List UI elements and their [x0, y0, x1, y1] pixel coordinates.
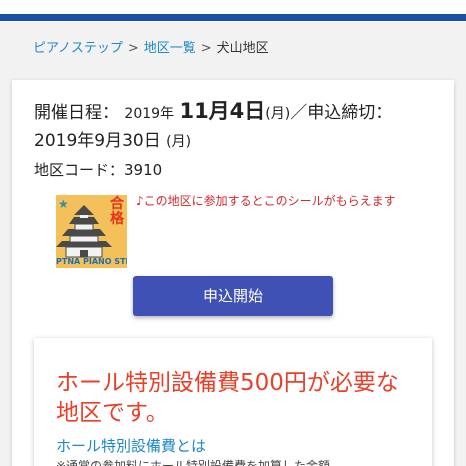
breadcrumb-separator: > — [127, 41, 139, 56]
top-header-bar — [0, 0, 466, 22]
castle-sticker-icon: ★ 合格 PTNA PIANO STEP — [56, 195, 127, 268]
area-code: 地区コード：3910 — [34, 161, 163, 179]
apply-start-button[interactable]: 申込開始 — [133, 276, 333, 316]
breadcrumb-link-piano-step[interactable]: ピアノステップ — [33, 41, 123, 56]
deadline-label: ／申込締切： — [290, 103, 393, 123]
header-stripe — [0, 14, 466, 21]
event-card: 開催日程： 2019年 11月4日(月)／申込締切： 2019年9月30日 (月… — [12, 80, 454, 466]
star-icon: ★ — [58, 197, 69, 211]
event-dates: 開催日程： 2019年 11月4日(月)／申込締切： 2019年9月30日 (月… — [34, 98, 444, 156]
hall-fee-notice: ホール特別設備費500円が必要な地区です。 ホール特別設備費とは ※通常の参加料… — [34, 338, 432, 466]
sticker-brand-text: PTNA PIANO STEP — [56, 257, 127, 266]
deadline-weekday: (月) — [166, 134, 192, 150]
sticker-note: ♪この地区に参加するとこのシールがもらえます — [136, 194, 396, 208]
event-date-year: 2019年 — [124, 106, 175, 122]
breadcrumb-current: 犬山地区 — [216, 41, 269, 56]
breadcrumb-separator: > — [200, 41, 212, 56]
hall-fee-link[interactable]: ホール特別設備費とは — [56, 435, 206, 456]
event-date-label: 開催日程： — [34, 103, 119, 123]
event-date-main: 11月4日 — [179, 99, 266, 123]
sticker-kaku-text: 合格 — [110, 196, 124, 227]
event-date-weekday: (月) — [265, 106, 291, 122]
breadcrumb-link-area-list[interactable]: 地区一覧 — [144, 41, 196, 56]
notice-body: ※通常の参加料にホール特別設備費を加算した金額 — [56, 459, 331, 466]
breadcrumb: ピアノステップ > 地区一覧 > 犬山地区 — [33, 37, 269, 56]
notice-title: ホール特別設備費500円が必要な地区です。 — [56, 370, 399, 426]
deadline-date: 2019年9月30日 — [34, 131, 161, 151]
